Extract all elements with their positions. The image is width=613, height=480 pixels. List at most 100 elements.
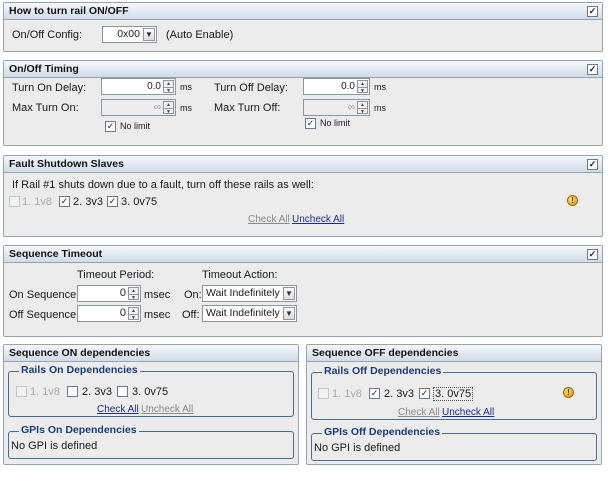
seq-off-rails-title: Rails Off Dependencies (322, 365, 444, 377)
fault-uncheck-all-link[interactable]: Uncheck All (292, 214, 344, 225)
max-turn-off-no-limit-label: No limit (320, 118, 351, 128)
timing-panel: On/Off Timing ✓ Turn On Delay: 0.0 ▲ ▼ ms… (3, 60, 603, 146)
fault-rail-2-checkbox[interactable]: ✓ (59, 196, 70, 207)
fault-collapse-checkbox-icon[interactable]: ✓ (587, 159, 598, 170)
on-sequence-value: 0 (119, 287, 126, 299)
timeout-collapse-checkbox-icon[interactable]: ✓ (587, 249, 598, 260)
seq-off-rail-3-label: 3. 0v75 (433, 387, 474, 401)
seq-on-gpi-group: GPIs On Dependencies No GPI is defined (8, 424, 294, 459)
off-action-value: Wait Indefinitely (206, 307, 280, 319)
turn-on-delay-spinner[interactable]: 0.0 ▲ ▼ (101, 78, 176, 95)
off-sequence-label: Off Sequence: (9, 309, 80, 321)
seq-on-rails-group: Rails On Dependencies 1. 1v8 2. 3v3 3. 0… (8, 364, 294, 417)
timeout-panel: Sequence Timeout ✓ Timeout Period: Timeo… (3, 245, 603, 337)
fault-rail-2-label: 2. 3v3 (73, 196, 103, 208)
spin-arrows-icon[interactable]: ▲ ▼ (163, 80, 174, 94)
spin-arrows-icon[interactable]: ▲ ▼ (128, 307, 139, 321)
onoff-collapse-checkbox-icon[interactable]: ✓ (587, 6, 598, 17)
seq-on-rail-2-label: 2. 3v3 (82, 386, 112, 398)
off-action-label: Off: (182, 309, 200, 321)
spin-arrows-icon[interactable]: ▲ ▼ (128, 287, 139, 301)
chevron-down-icon[interactable]: ▼ (283, 287, 295, 300)
spin-arrows-icon[interactable]: ▲ ▼ (357, 101, 368, 115)
max-turn-on-no-limit-checkbox[interactable]: ✓ (105, 121, 116, 132)
max-turn-off-unit: ms (374, 103, 386, 113)
seq-off-gpi-group: GPIs Off Dependencies No GPI is defined (311, 426, 597, 461)
timing-title: On/Off Timing (9, 63, 79, 75)
seq-off-title: Sequence OFF dependencies (312, 347, 459, 359)
seq-on-rail-3-checkbox[interactable] (117, 386, 128, 397)
seq-off-rail-1-checkbox[interactable] (318, 388, 329, 399)
fault-rail-1-checkbox[interactable] (9, 196, 20, 207)
timing-panel-header: On/Off Timing ✓ (4, 61, 602, 78)
seq-on-gpi-text: No GPI is defined (11, 440, 98, 452)
seq-on-rail-3-label: 3. 0v75 (132, 386, 169, 398)
off-sequence-spinner[interactable]: 0 ▲ ▼ (77, 305, 141, 322)
fault-rail-3-checkbox[interactable]: ✓ (107, 196, 118, 207)
seq-on-rail-1-checkbox[interactable] (16, 386, 27, 397)
max-turn-off-no-limit-checkbox[interactable]: ✓ (305, 118, 316, 129)
fault-title: Fault Shutdown Slaves (9, 158, 124, 170)
turn-off-delay-unit: ms (374, 82, 386, 92)
max-turn-on-unit: ms (180, 103, 192, 113)
onoff-config-select[interactable]: 0x00 ▼ (102, 26, 157, 43)
on-sequence-unit: msec (144, 289, 171, 301)
timeout-panel-header: Sequence Timeout ✓ (4, 246, 602, 263)
seq-off-gpi-text: No GPI is defined (314, 442, 401, 454)
seq-on-check-all-link[interactable]: Check All (97, 404, 139, 415)
seq-off-rails-group: Rails Off Dependencies 1. 1v8 ✓ 2. 3v3 ✓… (311, 365, 597, 420)
timeout-period-header: Timeout Period: (77, 269, 155, 281)
turn-on-delay-unit: ms (180, 82, 192, 92)
seq-on-title: Sequence ON dependencies (9, 347, 151, 359)
onoff-config-note: (Auto Enable) (166, 29, 234, 41)
onoff-config-label: On/Off Config: (12, 29, 83, 41)
seq-on-rails-title: Rails On Dependencies (19, 364, 140, 376)
seq-off-uncheck-all-link[interactable]: Uncheck All (442, 407, 494, 418)
max-turn-off-spinner[interactable]: ∞ ▲ ▼ (303, 99, 370, 116)
seq-on-rail-2-checkbox[interactable] (67, 386, 78, 397)
turn-off-delay-label: Turn Off Delay: (214, 82, 288, 94)
seq-on-gpi-title: GPIs On Dependencies (19, 424, 139, 436)
turn-on-delay-value: 0.0 (147, 81, 161, 92)
seq-on-rail-1-label: 1. 1v8 (30, 386, 60, 398)
on-action-select[interactable]: Wait Indefinitely ▼ (202, 285, 297, 302)
seq-off-rail-3-checkbox[interactable]: ✓ (419, 388, 430, 399)
fault-rail-1-label: 1. 1v8 (22, 196, 52, 208)
warning-icon: ! (563, 387, 574, 398)
onoff-panel-header: How to turn rail ON/OFF ✓ (4, 3, 602, 20)
fault-check-all-link[interactable]: Check All (248, 214, 290, 225)
on-action-label: On: (184, 289, 202, 301)
fault-panel: Fault Shutdown Slaves ✓ If Rail #1 shuts… (3, 155, 603, 237)
onoff-title: How to turn rail ON/OFF (9, 5, 129, 17)
max-turn-on-value: ∞ (153, 102, 161, 113)
on-sequence-spinner[interactable]: 0 ▲ ▼ (77, 285, 141, 302)
seq-on-uncheck-all-link[interactable]: Uncheck All (141, 404, 193, 415)
fault-rail-3-label: 3. 0v75 (121, 196, 158, 208)
on-action-value: Wait Indefinitely (206, 287, 280, 299)
on-sequence-label: On Sequence: (9, 289, 80, 301)
off-sequence-value: 0 (119, 307, 126, 319)
max-turn-on-spinner[interactable]: ∞ ▲ ▼ (101, 99, 176, 116)
seq-on-panel: Sequence ON dependencies Rails On Depend… (3, 344, 299, 465)
timeout-title: Sequence Timeout (9, 248, 103, 260)
onoff-panel: How to turn rail ON/OFF ✓ On/Off Config:… (3, 2, 603, 52)
seq-off-panel-header: Sequence OFF dependencies (307, 345, 601, 362)
turn-off-delay-spinner[interactable]: 0.0 ▲ ▼ (303, 78, 370, 95)
seq-on-panel-header: Sequence ON dependencies (4, 345, 298, 362)
spin-arrows-icon[interactable]: ▲ ▼ (163, 101, 174, 115)
timeout-action-header: Timeout Action: (202, 269, 278, 281)
timing-collapse-checkbox-icon[interactable]: ✓ (587, 64, 598, 75)
spin-arrows-icon[interactable]: ▲ ▼ (357, 80, 368, 94)
seq-off-check-all-link[interactable]: Check All (398, 407, 440, 418)
warning-icon: ! (567, 195, 578, 206)
chevron-down-icon[interactable]: ▼ (143, 28, 155, 41)
max-turn-on-label: Max Turn On: (12, 102, 79, 114)
max-turn-on-no-limit-label: No limit (120, 121, 151, 131)
seq-off-rail-2-checkbox[interactable]: ✓ (369, 388, 380, 399)
turn-on-delay-label: Turn On Delay: (12, 82, 87, 94)
fault-panel-header: Fault Shutdown Slaves ✓ (4, 156, 602, 173)
off-action-select[interactable]: Wait Indefinitely ▼ (202, 305, 297, 322)
chevron-down-icon[interactable]: ▼ (283, 307, 295, 320)
max-turn-off-label: Max Turn Off: (214, 102, 281, 114)
seq-off-rail-2-label: 2. 3v3 (384, 388, 414, 400)
